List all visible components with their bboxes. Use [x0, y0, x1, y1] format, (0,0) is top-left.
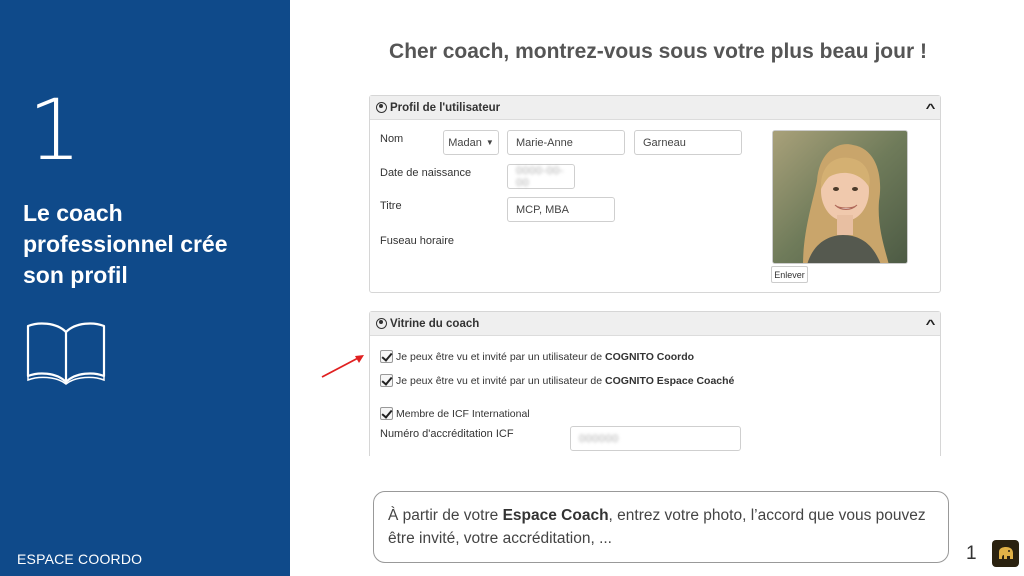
page-number: 1	[966, 543, 977, 564]
first-name-value: Marie-Anne	[516, 136, 573, 149]
checkbox-row-espace-coache[interactable]: Je peux être vu et invité par un utilisa…	[380, 374, 734, 387]
remove-photo-button[interactable]: Enlever	[771, 266, 808, 283]
elephant-logo-icon	[992, 540, 1019, 567]
profile-photo[interactable]	[772, 130, 908, 264]
showcase-panel-header[interactable]: Vitrine du coach ^	[370, 312, 940, 336]
showcase-panel-title: Vitrine du coach	[390, 317, 480, 330]
profile-panel: Profil de l'utilisateur ^ Nom Madan ▼ Ma…	[369, 95, 941, 293]
first-name-field[interactable]: Marie-Anne	[507, 130, 625, 155]
title-value: MCP, MBA	[516, 203, 569, 216]
step-title: Le coach professionnel crée son profil	[23, 200, 228, 288]
profile-panel-title: Profil de l'utilisateur	[390, 101, 501, 114]
callout-text-start: À partir de votre	[388, 507, 503, 524]
user-icon	[376, 318, 387, 329]
chevron-up-icon[interactable]: ^	[926, 101, 936, 115]
profile-photo-image	[773, 131, 907, 263]
callout-box: À partir de votre Espace Coach, entrez v…	[373, 491, 949, 563]
accreditation-field[interactable]: 000000	[570, 426, 741, 451]
chevron-up-icon[interactable]: ^	[926, 317, 936, 331]
footer-label: ESPACE COORDO	[17, 551, 143, 567]
last-name-value: Garneau	[643, 136, 686, 149]
checkbox-row-icf[interactable]: Membre de ICF International	[380, 407, 530, 420]
timezone-label: Fuseau horaire	[380, 235, 454, 247]
checkbox-coordo-text: Je peux être vu et invité par un utilisa…	[396, 350, 603, 363]
checkbox-espace-coache-bold: COGNITO Espace Coaché	[605, 374, 735, 387]
birthdate-field[interactable]: 0000-00-00	[507, 164, 575, 189]
profile-panel-header[interactable]: Profil de l'utilisateur ^	[370, 96, 940, 120]
checkbox-coordo[interactable]	[380, 350, 393, 363]
accreditation-value: 000000	[579, 432, 619, 445]
checkbox-espace-coache-text: Je peux être vu et invité par un utilisa…	[396, 374, 603, 387]
last-name-field[interactable]: Garneau	[634, 130, 742, 155]
callout-bold: Espace Coach	[502, 507, 609, 524]
checkbox-row-coordo[interactable]: Je peux être vu et invité par un utilisa…	[380, 350, 694, 363]
checkbox-espace-coache[interactable]	[380, 374, 393, 387]
salutation-value: Madan	[448, 136, 482, 149]
sidebar-panel: 1 Le coach professionnel crée son profil…	[0, 0, 290, 576]
birthdate-value: 0000-00-00	[516, 164, 565, 189]
salutation-select[interactable]: Madan ▼	[443, 130, 499, 155]
name-label: Nom	[380, 133, 404, 145]
caret-down-icon: ▼	[485, 138, 494, 147]
open-book-icon	[26, 322, 106, 385]
birthdate-label: Date de naissance	[380, 167, 472, 179]
title-field[interactable]: MCP, MBA	[507, 197, 615, 222]
page-title: Cher coach, montrez-vous sous votre plus…	[389, 40, 927, 63]
red-arrow-icon	[321, 355, 364, 378]
checkbox-icf[interactable]	[380, 407, 393, 420]
checkbox-icf-text: Membre de ICF International	[396, 407, 530, 420]
checkbox-coordo-bold: COGNITO Coordo	[605, 350, 695, 363]
step-number: 1	[28, 81, 82, 179]
user-icon	[376, 102, 387, 113]
showcase-panel: Vitrine du coach ^ Je peux être vu et in…	[369, 311, 941, 456]
accreditation-label: Numéro d'accréditation ICF	[380, 428, 514, 440]
title-label: Titre	[380, 200, 402, 212]
